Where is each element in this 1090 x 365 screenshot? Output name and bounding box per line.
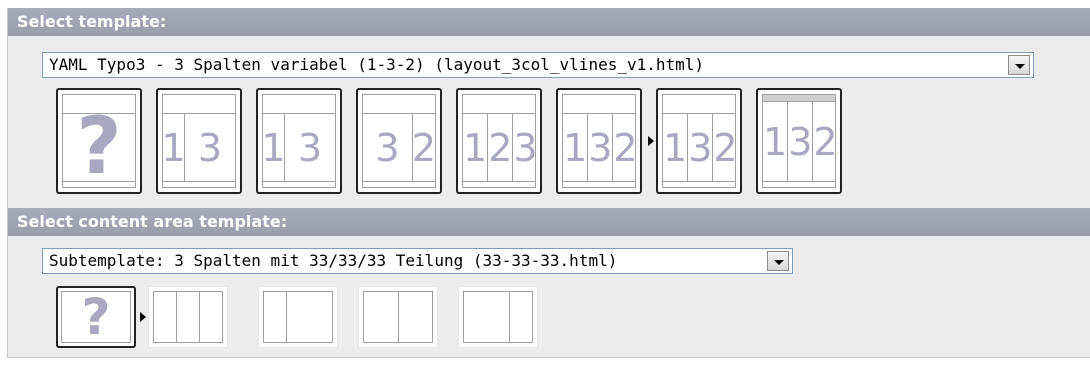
column-label: 1 bbox=[463, 114, 489, 181]
column-label: 2 bbox=[713, 125, 738, 170]
template-thumb-1[interactable]: ? bbox=[56, 88, 142, 194]
content-thumb-3[interactable] bbox=[258, 286, 338, 348]
select-template-header: Select template: bbox=[8, 8, 1090, 36]
column-label: 2 bbox=[411, 125, 437, 170]
template-thumb-4[interactable]: 3 2 bbox=[356, 88, 442, 194]
chevron-down-icon[interactable] bbox=[1008, 55, 1030, 75]
column-label: 3 bbox=[197, 125, 223, 170]
selected-pointer-icon bbox=[140, 312, 146, 322]
template-thumb-8[interactable]: 1 3 2 bbox=[756, 88, 842, 194]
content-thumb-1[interactable]: ? bbox=[56, 286, 136, 348]
column-label: 2 bbox=[488, 114, 514, 181]
column-label: 3 bbox=[788, 102, 814, 181]
chevron-down-icon[interactable] bbox=[767, 251, 789, 271]
column-label: 2 bbox=[813, 119, 838, 164]
template-selector-panel: Select template: YAML Typo3 - 3 Spalten … bbox=[7, 8, 1090, 358]
content-area-select-value: Subtemplate: 3 Spalten mit 33/33/33 Teil… bbox=[49, 251, 618, 270]
column-label: 3 bbox=[588, 114, 614, 181]
column-label: 3 bbox=[688, 114, 714, 181]
column-label: 2 bbox=[613, 125, 638, 170]
content-thumb-5[interactable] bbox=[458, 286, 538, 348]
template-select-value: YAML Typo3 - 3 Spalten variabel (1-3-2) … bbox=[49, 55, 705, 74]
content-thumb-4[interactable] bbox=[358, 286, 438, 348]
template-thumb-7[interactable]: 1 3 2 bbox=[656, 88, 742, 194]
column-label: 1 bbox=[663, 114, 689, 181]
question-mark-icon: ? bbox=[81, 288, 111, 346]
column-label: 3 bbox=[297, 125, 323, 170]
template-select[interactable]: YAML Typo3 - 3 Spalten variabel (1-3-2) … bbox=[42, 52, 1034, 78]
template-thumb-5[interactable]: 1 2 3 bbox=[456, 88, 542, 194]
template-thumb-6[interactable]: 1 3 2 bbox=[556, 88, 642, 194]
column-label: 3 bbox=[363, 114, 413, 181]
column-label: 1 bbox=[563, 114, 589, 181]
content-area-select[interactable]: Subtemplate: 3 Spalten mit 33/33/33 Teil… bbox=[42, 248, 793, 274]
selected-pointer-icon bbox=[648, 136, 654, 146]
column-label: 3 bbox=[513, 125, 538, 170]
column-label: 1 bbox=[261, 114, 286, 181]
column-label: 1 bbox=[763, 102, 789, 181]
question-mark-icon: ? bbox=[76, 102, 122, 192]
template-thumb-3[interactable]: 1 3 bbox=[256, 88, 342, 194]
template-thumb-2[interactable]: 1 3 bbox=[156, 88, 242, 194]
content-thumb-2[interactable] bbox=[148, 286, 228, 348]
select-content-area-header: Select content area template: bbox=[8, 208, 1090, 236]
column-label: 1 bbox=[161, 114, 186, 181]
